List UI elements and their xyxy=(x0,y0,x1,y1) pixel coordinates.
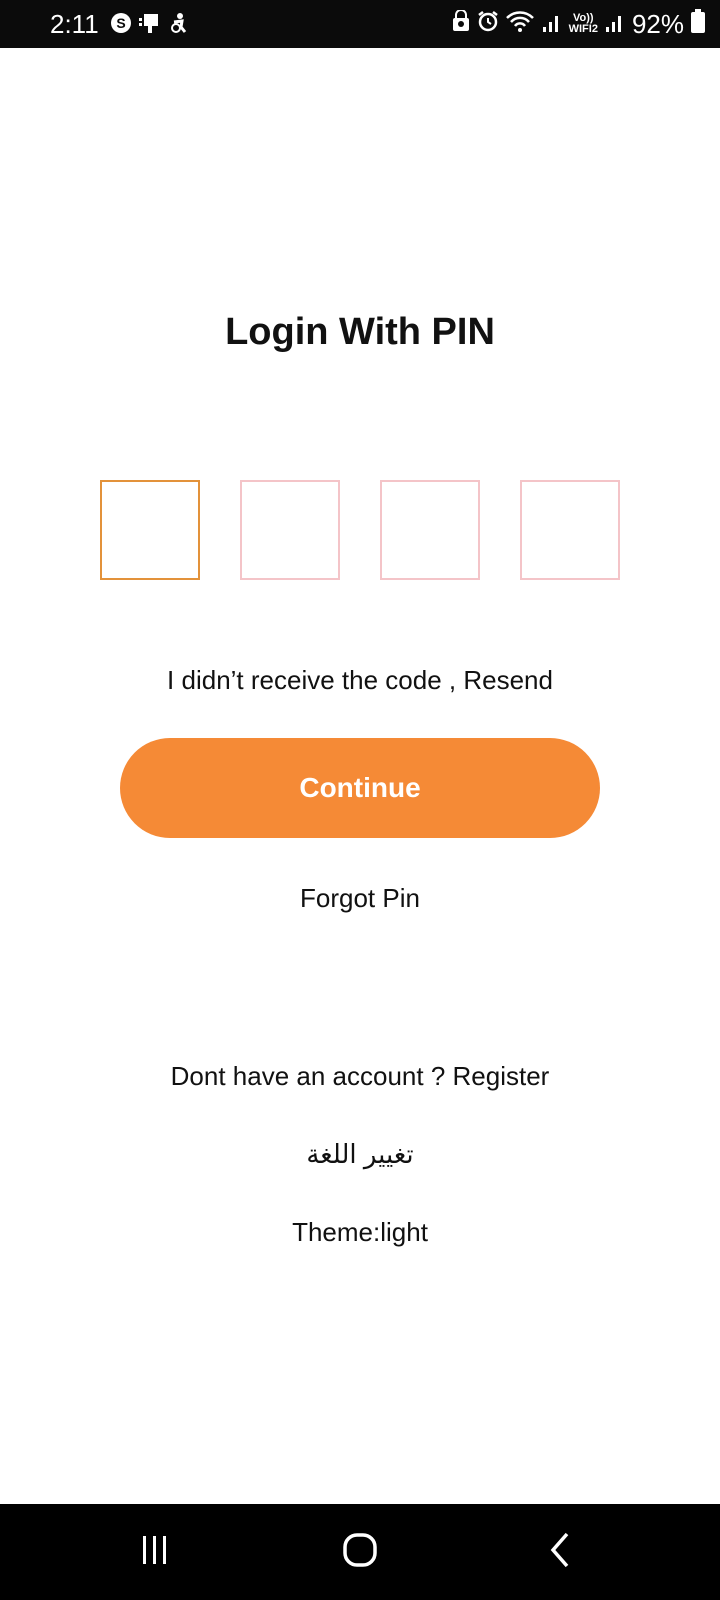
back-icon xyxy=(545,1530,575,1575)
battery-percent: 92% xyxy=(631,8,684,39)
volte-wifi2-indicator: Vo)) WIFI2 xyxy=(568,11,598,35)
signal-icon xyxy=(541,9,563,38)
battery-icon xyxy=(690,8,706,39)
resend-code-link[interactable]: I didn’t receive the code , Resend xyxy=(0,664,720,696)
alarm-icon xyxy=(477,10,499,37)
vpn-lock-icon xyxy=(451,9,471,37)
accessibility-icon xyxy=(168,12,190,39)
pin-digit-4[interactable] xyxy=(520,480,620,580)
status-left-icons: S xyxy=(110,12,190,39)
register-link[interactable]: Dont have an account ? Register xyxy=(0,1060,720,1092)
volte-label: Vo)) xyxy=(572,11,594,24)
wifi-icon xyxy=(505,9,535,38)
theme-toggle[interactable]: Theme:light xyxy=(0,1216,720,1248)
status-right-icons: Vo)) WIFI2 92% xyxy=(451,8,706,39)
page-title: Login With PIN xyxy=(225,311,495,353)
pin-digit-1[interactable] xyxy=(100,480,200,580)
recent-apps-icon xyxy=(137,1534,173,1571)
skype-icon: S xyxy=(110,12,132,39)
status-bar: 2:11 S Vo)) WIFI2 92% xyxy=(0,0,720,48)
back-button[interactable] xyxy=(530,1528,590,1576)
device-sync-icon xyxy=(138,12,162,39)
forgot-pin-link[interactable]: Forgot Pin xyxy=(0,882,720,914)
svg-text:S: S xyxy=(116,15,125,31)
recent-apps-button[interactable] xyxy=(125,1528,185,1576)
status-time: 2:11 xyxy=(50,9,99,39)
signal-icon xyxy=(604,9,626,38)
home-button[interactable] xyxy=(330,1528,390,1576)
pin-digit-2[interactable] xyxy=(240,480,340,580)
change-language-link[interactable]: تغيير اللغة xyxy=(0,1138,720,1170)
continue-button[interactable]: Continue xyxy=(120,738,600,838)
home-icon xyxy=(340,1530,380,1575)
navigation-bar xyxy=(0,1504,720,1600)
pin-digit-3[interactable] xyxy=(380,480,480,580)
wifi2-label: WIFI2 xyxy=(568,22,598,35)
continue-button-label: Continue xyxy=(299,772,421,803)
